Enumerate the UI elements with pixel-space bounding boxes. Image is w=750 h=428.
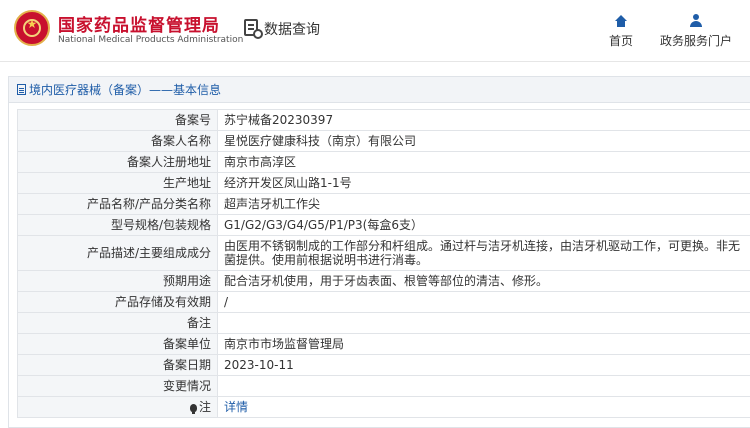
record-table: 备案号 苏宁械备20230397 备案人名称 星悦医疗健康科技（南京）有限公司 … <box>17 109 750 418</box>
field-value <box>217 375 750 397</box>
table-row: 备案单位 南京市市场监督管理局 <box>17 333 750 355</box>
field-value: 由医用不锈钢制成的工作部分和杆组成。通过杆与洁牙机连接，由洁牙机驱动工作，可更换… <box>217 235 750 271</box>
table-row: 产品名称/产品分类名称 超声洁牙机工作尖 <box>17 193 750 215</box>
details-link[interactable]: 详情 <box>224 400 248 414</box>
nav-service-portal[interactable]: 政务服务门户 <box>656 14 736 49</box>
field-label: 预期用途 <box>17 270 218 292</box>
home-icon <box>615 15 627 27</box>
field-value: 南京市高淳区 <box>217 151 750 173</box>
field-value: 南京市市场监督管理局 <box>217 333 750 355</box>
star-icon: ★ <box>26 17 38 31</box>
note-value: 详情 <box>217 396 750 418</box>
field-label: 变更情况 <box>17 375 218 397</box>
field-label: 产品存储及有效期 <box>17 291 218 313</box>
field-value: G1/G2/G3/G4/G5/P1/P3(每盒6支） <box>217 214 750 236</box>
field-label: 备案人注册地址 <box>17 151 218 173</box>
lightbulb-icon <box>189 404 197 414</box>
field-value: 经济开发区凤山路1-1号 <box>217 172 750 194</box>
table-row: 生产地址 经济开发区凤山路1-1号 <box>17 172 750 194</box>
note-label-text: 注 <box>198 400 211 414</box>
field-value: 超声洁牙机工作尖 <box>217 193 750 215</box>
table-row: 产品描述/主要组成成分 由医用不锈钢制成的工作部分和杆组成。通过杆与洁牙机连接，… <box>17 235 750 271</box>
field-label: 备案人名称 <box>17 130 218 152</box>
site-header: ★ 国家药品监督管理局 National Medical Products Ad… <box>0 0 750 62</box>
field-label: 产品描述/主要组成成分 <box>17 235 218 271</box>
field-label: 型号规格/包装规格 <box>17 214 218 236</box>
table-row: 备注 <box>17 312 750 334</box>
field-value: / <box>217 291 750 313</box>
nav-service-portal-label: 政务服务门户 <box>659 34 732 48</box>
field-value: 星悦医疗健康科技（南京）有限公司 <box>217 130 750 152</box>
table-row: 产品存储及有效期 / <box>17 291 750 313</box>
field-label: 备案号 <box>17 109 218 131</box>
field-value: 配合洁牙机使用，用于牙齿表面、根管等部位的清洁、修形。 <box>217 270 750 292</box>
data-search-icon <box>244 19 263 39</box>
field-label: 生产地址 <box>17 172 218 194</box>
note-label: 注 <box>17 396 218 418</box>
data-search-title: 数据查询 <box>264 22 320 38</box>
table-row: 预期用途 配合洁牙机使用，用于牙齿表面、根管等部位的清洁、修形。 <box>17 270 750 292</box>
table-row: 备案日期 2023-10-11 <box>17 354 750 376</box>
org-name-en: National Medical Products Administration <box>58 35 244 45</box>
section-title: 境内医疗器械（备案）——基本信息 <box>29 83 222 97</box>
field-value: 苏宁械备20230397 <box>217 109 750 131</box>
org-name-cn: 国家药品监督管理局 <box>58 16 220 36</box>
table-row: 备案人注册地址 南京市高淳区 <box>17 151 750 173</box>
section-header: 境内医疗器械（备案）——基本信息 <box>9 77 750 103</box>
emblem-logo: ★ <box>14 10 50 46</box>
field-label: 备注 <box>17 312 218 334</box>
table-row: 注 详情 <box>17 396 750 418</box>
document-icon <box>17 84 26 95</box>
field-label: 备案日期 <box>17 354 218 376</box>
field-label: 产品名称/产品分类名称 <box>17 193 218 215</box>
nav-home[interactable]: 首页 <box>604 14 638 49</box>
field-value <box>217 312 750 334</box>
field-label: 备案单位 <box>17 333 218 355</box>
table-row: 型号规格/包装规格 G1/G2/G3/G4/G5/P1/P3(每盒6支） <box>17 214 750 236</box>
nav-home-label: 首页 <box>608 34 633 48</box>
field-value: 2023-10-11 <box>217 354 750 376</box>
user-icon <box>690 14 702 27</box>
table-row: 变更情况 <box>17 375 750 397</box>
table-row: 备案号 苏宁械备20230397 <box>17 109 750 131</box>
table-row: 备案人名称 星悦医疗健康科技（南京）有限公司 <box>17 130 750 152</box>
basic-info-section: 境内医疗器械（备案）——基本信息 备案号 苏宁械备20230397 备案人名称 … <box>8 76 750 428</box>
